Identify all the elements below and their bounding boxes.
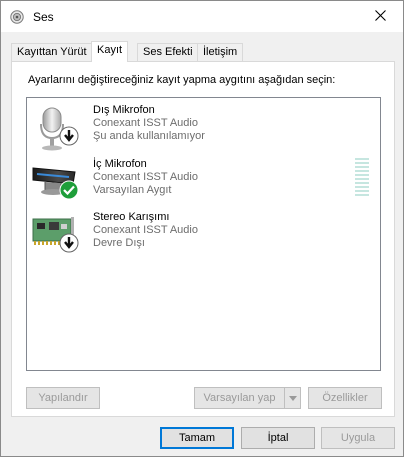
microphone-array-icon	[31, 158, 81, 208]
device-status: Devre Dışı	[93, 237, 145, 249]
list-item-internal-mic[interactable]: İç Mikrofon Conexant ISST Audio Varsayıl…	[31, 158, 331, 208]
sound-card-icon	[31, 211, 81, 261]
level-segment	[355, 170, 369, 172]
properties-button[interactable]: Özellikler	[308, 387, 382, 409]
apply-button[interactable]: Uygula	[321, 427, 395, 449]
configure-button[interactable]: Yapılandır	[26, 387, 100, 409]
instruction-text: Ayarlarını değiştireceğiniz kayıt yapma …	[28, 74, 336, 86]
list-item-stereo-mix[interactable]: Stereo Karışımı Conexant ISST Audio Devr…	[31, 211, 331, 261]
device-name: İç Mikrofon	[93, 158, 147, 170]
down-arrow-badge-icon	[59, 126, 79, 149]
speaker-icon	[10, 10, 24, 24]
tab-recording[interactable]: Kayıt	[91, 41, 129, 62]
recording-panel: Ayarlarını değiştireceğiniz kayıt yapma …	[11, 61, 395, 417]
device-list[interactable]: Dış Mikrofon Conexant ISST Audio Şu anda…	[26, 97, 381, 371]
chevron-down-icon[interactable]	[284, 388, 300, 408]
window-title: Ses	[33, 10, 54, 24]
close-button[interactable]	[357, 1, 403, 32]
set-default-button[interactable]: Varsayılan yap	[194, 387, 301, 409]
ok-button[interactable]: Tamam	[160, 427, 234, 449]
device-name: Stereo Karışımı	[93, 211, 170, 223]
level-segment	[355, 182, 369, 184]
set-default-label: Varsayılan yap	[203, 392, 276, 404]
level-segment	[355, 174, 369, 176]
microphone-icon	[31, 104, 81, 154]
list-item-external-mic[interactable]: Dış Mikrofon Conexant ISST Audio Şu anda…	[31, 104, 331, 154]
title-bar: Ses	[1, 1, 403, 32]
device-status: Şu anda kullanılamıyor	[93, 130, 205, 142]
level-segment	[355, 162, 369, 164]
level-segment	[355, 186, 369, 188]
close-icon	[374, 9, 386, 24]
device-driver: Conexant ISST Audio	[93, 171, 198, 183]
sound-dialog: Ses Kayıttan Yürüt Kayıt Ses Efekti İlet…	[0, 0, 404, 457]
device-name: Dış Mikrofon	[93, 104, 155, 116]
cancel-button[interactable]: İptal	[241, 427, 315, 449]
checkmark-badge-icon	[59, 180, 79, 203]
tab-communications[interactable]: İletişim	[197, 43, 244, 61]
tab-playback[interactable]: Kayıttan Yürüt	[11, 43, 93, 61]
level-segment	[355, 158, 369, 160]
tab-sound-effects[interactable]: Ses Efekti	[137, 43, 199, 61]
device-status: Varsayılan Aygıt	[93, 184, 172, 196]
level-segment	[355, 194, 369, 196]
device-driver: Conexant ISST Audio	[93, 117, 198, 129]
level-segment	[355, 190, 369, 192]
device-driver: Conexant ISST Audio	[93, 224, 198, 236]
level-segment	[355, 178, 369, 180]
level-segment	[355, 166, 369, 168]
level-meter	[355, 158, 369, 196]
down-arrow-badge-icon	[59, 233, 79, 256]
